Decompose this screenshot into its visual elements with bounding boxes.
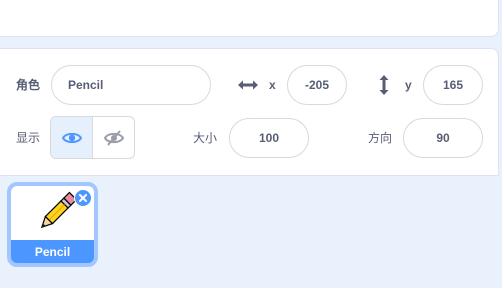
eye-slash-icon xyxy=(103,129,124,147)
hide-sprite-button[interactable] xyxy=(93,117,134,158)
vertical-arrows-icon xyxy=(373,73,395,97)
x-position-input[interactable]: -205 xyxy=(287,65,347,105)
size-label: 大小 xyxy=(193,131,218,145)
horizontal-arrows-icon xyxy=(236,74,260,96)
sprite-label: 角色 xyxy=(16,78,41,92)
y-label: y xyxy=(405,78,412,92)
close-icon xyxy=(79,194,87,202)
visibility-toggle xyxy=(50,116,135,159)
pencil-icon xyxy=(33,190,79,241)
delete-sprite-button[interactable] xyxy=(74,189,92,207)
direction-label: 方向 xyxy=(368,131,393,145)
sprite-name-input[interactable]: Pencil xyxy=(51,65,211,105)
stage-area-top xyxy=(0,0,499,37)
direction-input[interactable]: 90 xyxy=(403,118,483,158)
eye-icon xyxy=(61,131,82,145)
show-label: 显示 xyxy=(16,131,41,145)
y-position-input[interactable]: 165 xyxy=(423,65,483,105)
show-sprite-button[interactable] xyxy=(51,117,93,158)
size-input[interactable]: 100 xyxy=(229,118,309,158)
sprite-tile-name: Pencil xyxy=(34,244,71,259)
x-label: x xyxy=(269,78,276,92)
